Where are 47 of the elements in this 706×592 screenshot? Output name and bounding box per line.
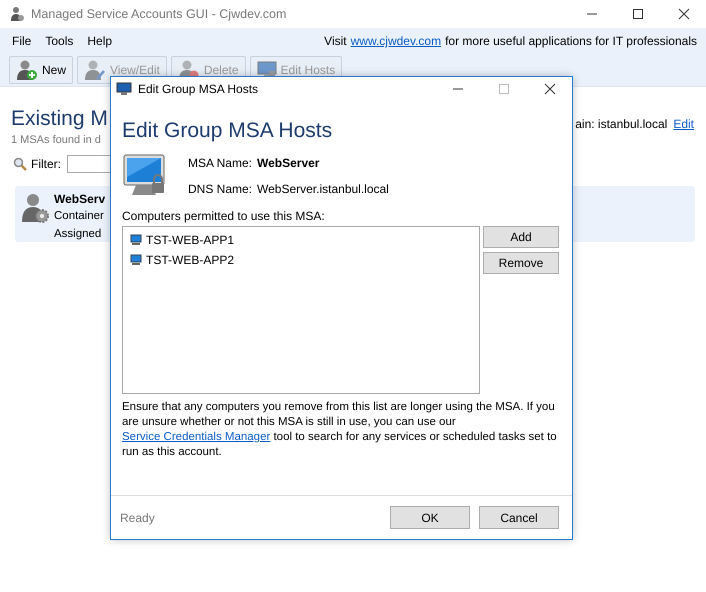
list-button[interactable]: Remove: [483, 252, 559, 274]
search-icon: [13, 157, 27, 171]
field-value: WebServer.istanbul.local: [257, 182, 389, 196]
list-button[interactable]: Add: [483, 226, 559, 248]
toolbar-button[interactable]: New: [9, 56, 74, 84]
monitor-icon: [256, 61, 277, 79]
filter-field[interactable]: [67, 155, 111, 173]
user-add-icon: [16, 59, 38, 81]
list-label: Computers permitted to use this MSA:: [122, 209, 326, 223]
monitor-icon: [116, 82, 132, 96]
menu-item[interactable]: Tools: [45, 34, 74, 48]
computer-icon: [130, 254, 142, 266]
notice-text: for more useful applications for IT professionals: [445, 34, 697, 48]
dialog-heading: Edit Group MSA Hosts: [122, 119, 334, 143]
close-icon[interactable]: [544, 83, 556, 95]
app-icon: [9, 6, 25, 22]
maximize-icon: [498, 83, 510, 95]
dialog-button[interactable]: Cancel: [479, 506, 559, 529]
dialog-button[interactable]: OK: [390, 506, 470, 529]
dialog-title: Edit Group MSA Hosts: [138, 82, 258, 96]
field-value: WebServer: [257, 156, 320, 170]
summary-text: 1 MSAs found in d: [11, 134, 102, 146]
field-label: DNS Name:: [186, 182, 252, 196]
close-icon[interactable]: [678, 8, 690, 20]
user-gear-icon: [20, 192, 50, 224]
page-heading: Existing M: [11, 107, 108, 131]
maximize-icon[interactable]: [632, 8, 644, 20]
filter-label: Filter:: [31, 157, 61, 171]
website-link[interactable]: www.cjwdev.com: [350, 34, 442, 48]
user-edit-icon: [84, 59, 106, 81]
service-link[interactable]: Service Credentials Manager: [122, 431, 270, 443]
field-label: MSA Name:: [186, 156, 252, 170]
status-text: Ready: [120, 510, 155, 524]
computer-name[interactable]: TST-WEB-APP1: [146, 233, 234, 247]
account-name: WebServ: [54, 192, 106, 207]
menu-item[interactable]: File: [12, 34, 32, 48]
notice-text: Visit: [324, 34, 347, 48]
account-container: Container: [54, 207, 106, 225]
computer-name[interactable]: TST-WEB-APP2: [146, 253, 234, 267]
domain-label: ain: istanbul.local: [575, 117, 668, 131]
edit-link[interactable]: Edit: [673, 117, 694, 131]
window-title: Managed Service Accounts GUI - Cjwdev.com: [31, 7, 286, 21]
account-assigned: Assigned: [54, 227, 102, 242]
menu-item[interactable]: Help: [87, 34, 112, 48]
note-text: Ensure that any computers you remove from this list are longer using the MSA. If you are unsure whether or not this MSA is still in use, you can use our Service Credentials Manager tool to search for any services or scheduled tasks set to run as this account.: [122, 400, 558, 460]
computer-list[interactable]: TST-WEB-APP1 TST-WEB-APP2: [122, 226, 480, 394]
computer-icon: [130, 234, 142, 246]
